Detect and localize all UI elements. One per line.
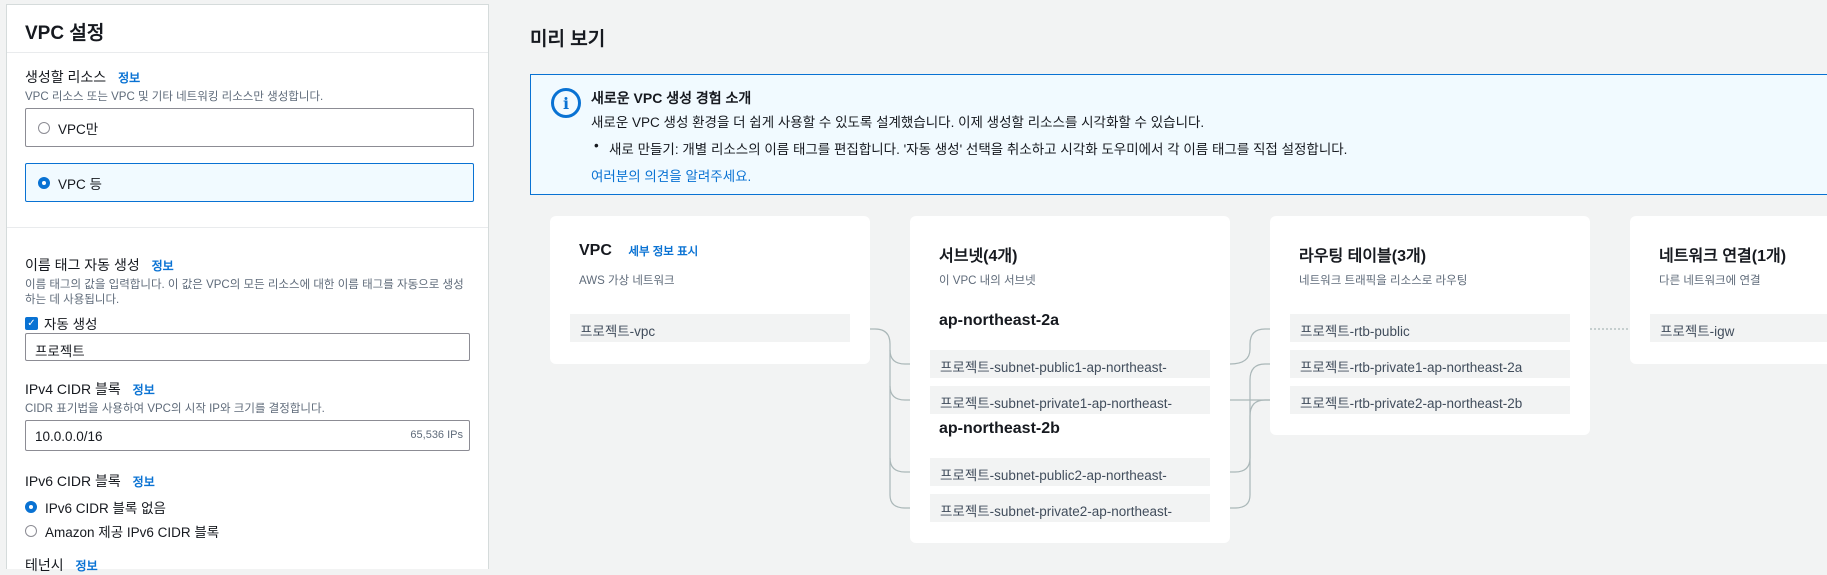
ipv6-none-option[interactable]: IPv6 CIDR 블록 없음 (25, 497, 166, 517)
ipv6-amazon-label: Amazon 제공 IPv6 CIDR 블록 (45, 525, 220, 540)
auto-generate-row[interactable]: ✓ 자동 생성 (25, 313, 97, 333)
panel-header: VPC 설정 (7, 5, 488, 53)
ipv6-none-label: IPv6 CIDR 블록 없음 (45, 501, 166, 516)
name-tag-description: 이름 태그의 값을 입력합니다. 이 값은 VPC의 모든 리소스에 대한 이름… (25, 279, 464, 306)
network-connections-card: 네트워크 연결(1개) 다른 네트워크에 연결 프로젝트-igw (1630, 216, 1827, 364)
auto-generate-label: 자동 생성 (44, 317, 98, 332)
ipv4-cidr-value: 10.0.0.0/16 (35, 429, 103, 444)
route-table-item[interactable]: 프로젝트-rtb-private2-ap-northeast-2b (1290, 386, 1570, 414)
name-tag-field: 이름 태그 자동 생성 정보 이름 태그의 값을 입력합니다. 이 값은 VPC… (25, 255, 468, 308)
subnet-item[interactable]: 프로젝트-subnet-private2-ap-northeast- (930, 494, 1210, 522)
resources-description: VPC 리소스 또는 VPC 및 기타 네트워킹 리소스만 생성합니다. (25, 91, 324, 103)
vpc-resource[interactable]: 프로젝트-vpc (570, 314, 850, 342)
network-card-title: 네트워크 연결(1개) (1659, 248, 1787, 265)
subnets-card-subtitle: 이 VPC 내의 서브넷 (939, 275, 1036, 287)
ipv4-description: CIDR 표기법을 사용하여 VPC의 시작 IP와 크기를 결정합니다. (25, 403, 325, 415)
resources-label: 생성할 리소스 (25, 69, 107, 85)
az-heading-2b: ap-northeast-2b (939, 420, 1060, 437)
info-icon: i (551, 88, 581, 118)
subnet-item[interactable]: 프로젝트-subnet-public1-ap-northeast- (930, 350, 1210, 378)
vpc-card-title: VPC (579, 242, 612, 259)
ipv4-cidr-input[interactable]: 10.0.0.0/16 65,536 IPs (25, 420, 470, 451)
resources-field: 생성할 리소스 정보 VPC 리소스 또는 VPC 및 기타 네트워킹 리소스만… (25, 67, 468, 105)
route-tables-card-subtitle: 네트워크 트래픽을 리소스로 라우팅 (1299, 275, 1468, 287)
auto-generate-checkbox[interactable]: ✓ (25, 316, 38, 330)
network-card-subtitle: 다른 네트워크에 연결 (1659, 275, 1761, 287)
route-table-item[interactable]: 프로젝트-rtb-public (1290, 314, 1570, 342)
alert-bullet: 새로 만들기: 개별 리소스의 이름 태그를 편집합니다. '자동 생성' 선택… (594, 138, 1347, 158)
alert-title: 새로운 VPC 생성 경험 소개 (591, 90, 752, 106)
ipv6-amazon-radio[interactable] (25, 525, 37, 537)
feedback-link[interactable]: 여러분의 의견을 알려주세요. (591, 165, 751, 185)
subnet-item[interactable]: 프로젝트-subnet-private1-ap-northeast- (930, 386, 1210, 414)
subnets-card: 서브넷(4개) 이 VPC 내의 서브넷 ap-northeast-2a 프로젝… (910, 216, 1230, 543)
option-vpc-only[interactable]: VPC만 (25, 108, 474, 147)
vpc-only-label: VPC만 (58, 121, 99, 137)
vpc-and-more-radio[interactable] (38, 176, 50, 189)
internet-gateway-resource[interactable]: 프로젝트-igw (1650, 314, 1827, 342)
vpc-card-subtitle: AWS 가상 네트워크 (579, 275, 675, 287)
info-alert: i 새로운 VPC 생성 경험 소개 새로운 VPC 생성 환경을 더 쉽게 사… (530, 74, 1827, 195)
tenancy-info-link[interactable]: 정보 (76, 559, 98, 573)
vpc-and-more-label: VPC 등 (58, 176, 102, 192)
ipv6-info-link[interactable]: 정보 (133, 475, 155, 489)
section-divider (7, 227, 488, 228)
ipv4-ip-count: 65,536 IPs (410, 429, 463, 441)
panel-title: VPC 설정 (25, 23, 105, 44)
tenancy-label: 테넌시 (25, 557, 64, 573)
subnets-card-title: 서브넷(4개) (939, 248, 1018, 265)
ipv6-label: IPv6 CIDR 블록 (25, 473, 121, 489)
vpc-settings-panel: VPC 설정 생성할 리소스 정보 VPC 리소스 또는 VPC 및 기타 네트… (6, 4, 489, 573)
ipv4-label: IPv4 CIDR 블록 (25, 381, 121, 397)
resources-info-link[interactable]: 정보 (118, 71, 140, 85)
show-details-link[interactable]: 세부 정보 표시 (628, 246, 698, 258)
tenancy-field: 테넌시 정보 (25, 555, 468, 575)
preview-title: 미리 보기 (530, 29, 606, 50)
alert-body: 새로운 VPC 생성 환경을 더 쉽게 사용할 수 있도록 설계했습니다. 이제… (591, 115, 1205, 130)
name-tag-label: 이름 태그 자동 생성 (25, 257, 140, 273)
vpc-card: VPC 세부 정보 표시 AWS 가상 네트워크 프로젝트-vpc (550, 216, 870, 364)
ipv4-info-link[interactable]: 정보 (133, 383, 155, 397)
vpc-only-radio[interactable] (38, 121, 50, 134)
route-tables-card: 라우팅 테이블(3개) 네트워크 트래픽을 리소스로 라우팅 프로젝트-rtb-… (1270, 216, 1590, 435)
ipv4-field: IPv4 CIDR 블록 정보 CIDR 표기법을 사용하여 VPC의 시작 I… (25, 379, 468, 417)
name-tag-input[interactable]: 프로젝트 (25, 333, 470, 361)
subnet-item[interactable]: 프로젝트-subnet-public2-ap-northeast- (930, 458, 1210, 486)
az-heading-2a: ap-northeast-2a (939, 312, 1060, 329)
ipv6-none-radio[interactable] (25, 501, 37, 513)
route-tables-card-title: 라우팅 테이블(3개) (1299, 248, 1427, 265)
ipv6-amazon-option[interactable]: Amazon 제공 IPv6 CIDR 블록 (25, 521, 219, 541)
route-table-item[interactable]: 프로젝트-rtb-private1-ap-northeast-2a (1290, 350, 1570, 378)
ipv6-field: IPv6 CIDR 블록 정보 (25, 471, 468, 491)
name-tag-info-link[interactable]: 정보 (152, 259, 174, 273)
option-vpc-and-more[interactable]: VPC 등 (25, 163, 474, 202)
